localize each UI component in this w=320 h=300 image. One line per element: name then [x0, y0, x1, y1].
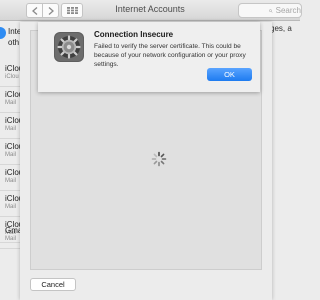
account-type: Mail: [5, 100, 17, 106]
internet-accounts-icon: [0, 27, 6, 39]
account-type: Mail: [5, 126, 17, 132]
system-preferences-gear-icon: [54, 32, 84, 62]
alert-title: Connection Insecure: [94, 30, 174, 39]
account-type: Mail: [5, 178, 17, 184]
account-type: Mail: [5, 204, 17, 210]
ok-button[interactable]: OK: [207, 68, 252, 81]
search-field[interactable]: Search: [238, 3, 302, 18]
account-type: iClou: [5, 74, 19, 80]
description-text: ges, a: [270, 24, 292, 33]
alert-message: Failed to verify the server certificate.…: [94, 43, 246, 68]
cancel-button[interactable]: Cancel: [30, 278, 76, 291]
title-bar: Internet Accounts Search: [0, 0, 302, 21]
account-type: Mail: [5, 152, 17, 158]
connection-alert: Connection Insecure Failed to verify the…: [38, 22, 260, 92]
search-icon: [269, 8, 273, 13]
account-type: Mail: [5, 236, 17, 242]
loading-spinner-icon: [151, 151, 167, 167]
search-placeholder: Search: [275, 6, 301, 15]
intro-text-line2: oth: [8, 38, 20, 47]
